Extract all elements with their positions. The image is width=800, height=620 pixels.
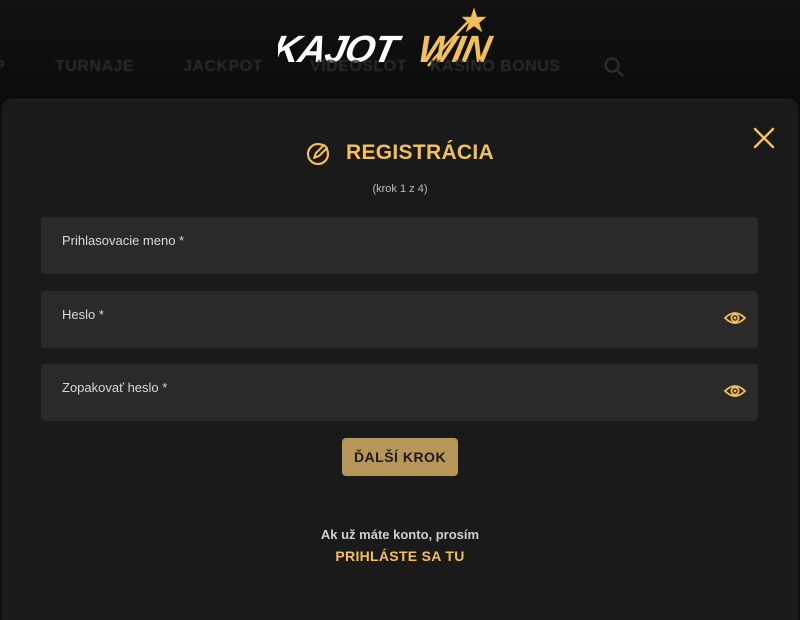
nav-item-videoslot[interactable]: VIDEOSLOT: [310, 58, 407, 76]
modal-title: REGISTRÁCIA: [346, 141, 494, 164]
password-input[interactable]: [62, 321, 716, 343]
nav-item-turnaje[interactable]: TURNAJE: [55, 58, 134, 76]
repeat-password-input[interactable]: [62, 394, 716, 416]
username-field[interactable]: Prihlasovacie meno *: [41, 217, 758, 274]
site-header: KAJOT WIN P TURNAJE JACKPOT VIDEOSLOT KA…: [0, 0, 800, 100]
nav-item-kasino-bonus[interactable]: KASINO BONUS: [430, 58, 560, 76]
search-icon[interactable]: [603, 56, 625, 78]
modal-title-row: REGISTRÁCIA: [0, 138, 800, 168]
step-indicator: (krok 1 z 4): [372, 183, 428, 195]
nav-item[interactable]: P: [0, 58, 5, 76]
username-input[interactable]: [62, 247, 716, 269]
password-label: Heslo *: [62, 307, 104, 322]
main-nav: P TURNAJE JACKPOT VIDEOSLOT KASINO BONUS: [0, 56, 800, 82]
eye-icon[interactable]: [724, 382, 746, 400]
nav-item-jackpot[interactable]: JACKPOT: [183, 58, 263, 76]
next-step-button[interactable]: ĎALŠÍ KROK: [342, 438, 458, 476]
login-prompt: Ak už máte konto, prosím: [320, 527, 480, 542]
repeat-password-label: Zopakovať heslo *: [62, 380, 168, 395]
edit-pencil-icon: [306, 142, 330, 166]
repeat-password-field[interactable]: Zopakovať heslo *: [41, 364, 758, 421]
password-field[interactable]: Heslo *: [41, 291, 758, 348]
registration-modal: [2, 100, 798, 620]
top-info-bar: [560, 0, 800, 14]
username-label: Prihlasovacie meno *: [62, 233, 185, 248]
eye-icon[interactable]: [724, 309, 746, 327]
login-link[interactable]: PRIHLÁSTE SA TU: [0, 548, 800, 564]
